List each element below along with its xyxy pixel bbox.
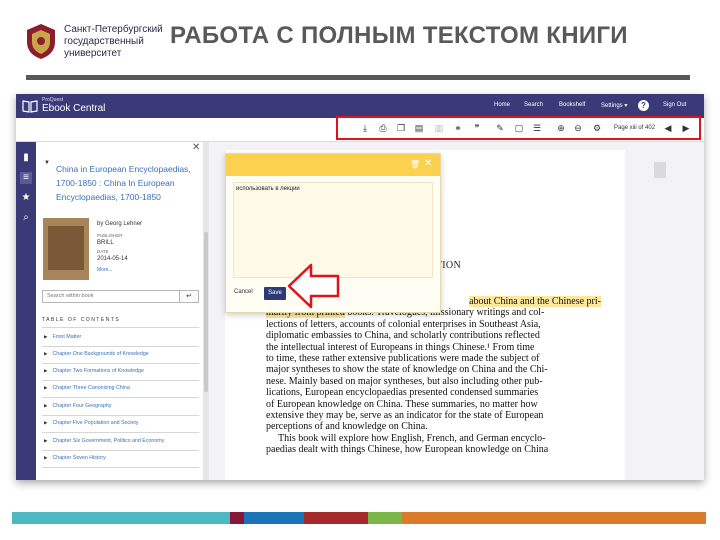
search-within-book-input[interactable]: Search within book	[42, 290, 186, 303]
more-link[interactable]: More...	[97, 267, 113, 273]
sidebar-icon-rail: ▮ ≡ ★ ⌕	[16, 142, 36, 480]
save-button[interactable]: Save	[264, 287, 286, 300]
toc-item[interactable]: ▶ Chapter One Backgrounds of Knowledge	[44, 351, 149, 357]
search-submit-button[interactable]: ↵	[179, 290, 199, 303]
page-title: РАБОТА С ПОЛНЫМ ТЕКСТОМ КНИГИ	[170, 22, 628, 49]
toc-item[interactable]: ▶ Chapter Six Government, Politics and Ec…	[44, 438, 164, 444]
book-details-panel: ✕ ▼ China in European Encyclopaedias, 17…	[36, 142, 206, 480]
footer-bar-teal	[12, 512, 230, 524]
toolbar-highlight-frame	[336, 116, 701, 140]
book-author: by Georg Lehner	[97, 221, 143, 227]
toc-item[interactable]: ▶ Chapter Four Geography	[44, 403, 111, 409]
title-divider	[26, 75, 690, 80]
cancel-button[interactable]: Cancel	[234, 289, 253, 295]
toc-icon[interactable]: ≡	[20, 172, 32, 184]
footer-bar-green	[368, 512, 402, 524]
book-cover	[43, 218, 89, 280]
sidebar-scroll-thumb[interactable]	[204, 232, 208, 392]
toc-item[interactable]: ▶ Chapter Two Formations of Knowledge	[44, 368, 144, 374]
slide: Санкт-Петербургский государственный унив…	[0, 0, 720, 540]
note-header: 🗑 ✕	[226, 154, 440, 176]
nav-home[interactable]: Home	[494, 102, 510, 108]
book-info-icon[interactable]: ▮	[20, 152, 32, 164]
footer-bar-blue	[244, 512, 304, 524]
toc-item[interactable]: ▶ Front Matter	[44, 334, 81, 340]
toc-item[interactable]: ▶ Chapter Five Population and Society	[44, 420, 138, 426]
nav-sign-out[interactable]: Sign Out	[663, 102, 686, 108]
publisher-value: BRILL	[97, 240, 114, 246]
footer-bar-orange	[402, 512, 706, 524]
top-navigation: ProQuest Ebook Central Home Search Books…	[16, 94, 704, 118]
red-arrow-icon	[287, 263, 340, 309]
footer-bar-maroon	[230, 512, 244, 524]
nav-settings[interactable]: Settings ▾	[601, 102, 627, 109]
toc-item[interactable]: ▶ Chapter Seven History	[44, 455, 106, 461]
page-bookmark-icon[interactable]	[654, 162, 666, 178]
open-book-icon	[22, 100, 38, 113]
collapse-caret-icon[interactable]: ▼	[44, 160, 50, 166]
close-icon[interactable]: ✕	[192, 142, 200, 153]
footer-bar-red	[304, 512, 368, 524]
brand-name: Ebook Central	[42, 103, 106, 114]
nav-search[interactable]: Search	[524, 102, 543, 108]
university-crest-icon	[27, 24, 55, 59]
help-icon[interactable]: ?	[638, 100, 649, 111]
university-name: Санкт-Петербургский государственный унив…	[64, 24, 163, 59]
search-icon[interactable]: ⌕	[20, 212, 32, 224]
nav-bookshelf[interactable]: Bookshelf	[559, 102, 585, 108]
date-value: 2014-05-14	[97, 256, 128, 262]
star-icon[interactable]: ★	[20, 192, 32, 204]
toc-heading: TABLE OF CONTENTS	[42, 317, 121, 323]
page-body-text: about China and the Chinese pri- marily …	[266, 296, 601, 456]
trash-icon[interactable]: 🗑	[410, 160, 420, 169]
book-title[interactable]: China in European Encyclopaedias, 1700-1…	[56, 162, 196, 204]
close-icon[interactable]: ✕	[424, 158, 432, 169]
toc-item[interactable]: ▶ Chapter Three Canonizing China	[44, 385, 130, 391]
